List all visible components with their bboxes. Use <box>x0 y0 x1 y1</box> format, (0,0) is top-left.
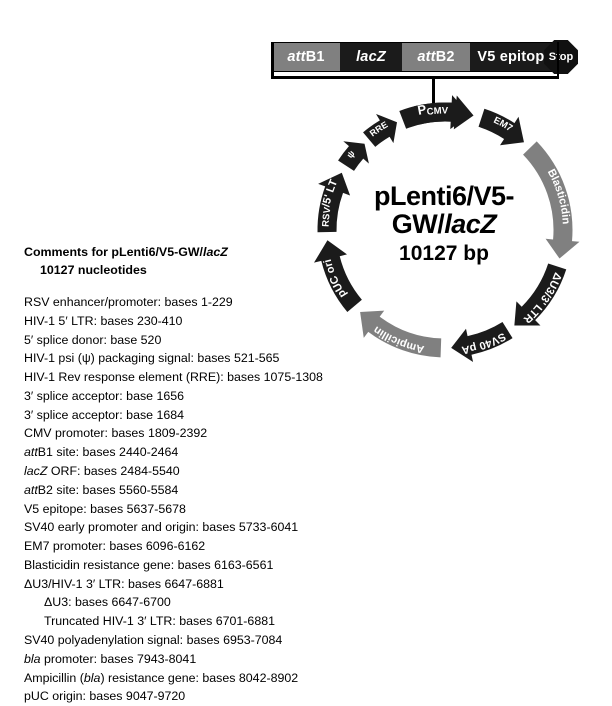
comments-heading-italic: lacZ <box>203 245 228 259</box>
segment-label: V5 epitope <box>477 49 553 65</box>
bracket-right-tick <box>556 42 559 78</box>
comment-line: SV40 polyadenylation signal: bases 6953-… <box>24 633 283 648</box>
comments-heading: Comments for pLenti6/V5-GW/lacZ 10127 nu… <box>24 244 314 280</box>
feature-label: PRSV/5' LTR <box>288 84 340 227</box>
comment-text: ORF: bases 2484-5540 <box>47 464 180 478</box>
comment-line: pUC origin: bases 9047-9720 <box>24 689 186 704</box>
feature-sv40-pa: SV40 pA <box>451 322 513 363</box>
cassette-segment-lacz: lacZ <box>340 43 402 71</box>
comment-line: 3′ splice acceptor: base 1684 <box>24 407 185 422</box>
comment-line: lacZ ORF: bases 2484-5540 <box>24 462 314 481</box>
plasmid-map-figure: attB1lacZattB2V5 epitope Stop PSV40EM7Bl… <box>0 0 612 703</box>
bracket-left-tick <box>271 42 274 78</box>
comment-line: Ampicillin (bla) resistance gene: bases … <box>24 669 314 688</box>
comments-list: RSV enhancer/promoter: bases 1-229 HIV-1 … <box>24 293 323 706</box>
segment-italic-part: att <box>417 49 436 65</box>
comment-line: ΔU3: bases 6647-6700 <box>44 595 171 610</box>
comment-line: attB1 site: bases 2440-2464 <box>24 443 314 462</box>
comment-text: B1 site: bases 2440-2464 <box>37 445 179 460</box>
comment-text-after: ) resistance gene: bases 8042-8902 <box>100 670 299 685</box>
segment-plain-part: B1 <box>305 49 325 65</box>
cassette-segment-attb1: att B1 <box>272 43 340 71</box>
comment-line: ΔU3/HIV-1 3′ LTR: bases 6647-6881 <box>24 576 224 591</box>
feature-puc-ori: pUC ori <box>314 240 362 312</box>
comment-line: HIV-1 Rev response element (RRE): bases … <box>24 370 323 385</box>
feature-blasticidin: Blasticidin <box>523 141 580 259</box>
comment-line: RSV enhancer/promoter: bases 1-229 <box>24 294 233 309</box>
circular-plasmid-map: PSV40EM7BlasticidinΔU3/3' LTRSV40 pAAmpi… <box>288 84 602 376</box>
comment-text: B2 site: bases 5560-5584 <box>37 482 179 497</box>
feature--u3-3-ltr: ΔU3/3' LTR <box>514 263 567 326</box>
comment-line: EM7 promoter: bases 6096-6162 <box>24 539 206 554</box>
comment-italic: att <box>24 445 38 460</box>
comment-text: promoter: bases 7943-8041 <box>40 651 197 666</box>
plasmid-circle-svg: PSV40EM7BlasticidinΔU3/3' LTRSV40 pAAmpi… <box>288 84 580 363</box>
feature-em7: EM7 <box>478 108 524 146</box>
feature--: ψ <box>338 141 369 171</box>
comment-italic: lacZ <box>24 464 48 478</box>
comment-italic: att <box>24 482 38 497</box>
comments-heading-second: 10127 nucleotides <box>40 262 147 277</box>
comment-line: 3′ splice acceptor: base 1656 <box>24 388 185 403</box>
comment-line: CMV promoter: bases 1809-2392 <box>24 426 208 441</box>
comment-text: Ampicillin ( <box>24 670 84 685</box>
comment-line: HIV-1 5′ LTR: bases 230-410 <box>24 313 183 328</box>
comment-line: V5 epitope: bases 5637-5678 <box>24 501 186 516</box>
comment-line: SV40 early promoter and origin: bases 57… <box>24 520 299 535</box>
feature-rre: RRE <box>363 113 398 147</box>
segment-plain-part: B2 <box>435 49 455 65</box>
comment-italic: bla <box>83 670 101 685</box>
cassette-segment-attb2: att B2 <box>402 43 470 71</box>
cassette-bar: att B1 lacZ att B2 V5 epitope <box>271 42 561 72</box>
comment-line: HIV-1 psi (ψ) packaging signal: bases 52… <box>24 351 280 366</box>
comment-line: attB2 site: bases 5560-5584 <box>24 481 314 500</box>
comment-italic: bla <box>24 651 41 666</box>
comment-line: Truncated HIV-1 3′ LTR: bases 6701-6881 <box>44 614 275 629</box>
bracket-horizontal <box>271 76 559 79</box>
segment-label: lacZ <box>356 49 386 65</box>
comment-line: 5′ splice donor: base 520 <box>24 332 162 347</box>
feature-ampicillin: Ampicillin <box>360 310 442 358</box>
comment-line: Blasticidin resistance gene: bases 6163-… <box>24 557 274 572</box>
segment-italic-part: att <box>287 49 306 65</box>
comments-block: Comments for pLenti6/V5-GW/lacZ 10127 nu… <box>24 244 323 706</box>
stop-label: Stop <box>548 51 574 63</box>
feature-arrow <box>523 141 580 259</box>
comments-heading-prefix: Comments for pLenti6/V5-GW/ <box>24 245 203 259</box>
